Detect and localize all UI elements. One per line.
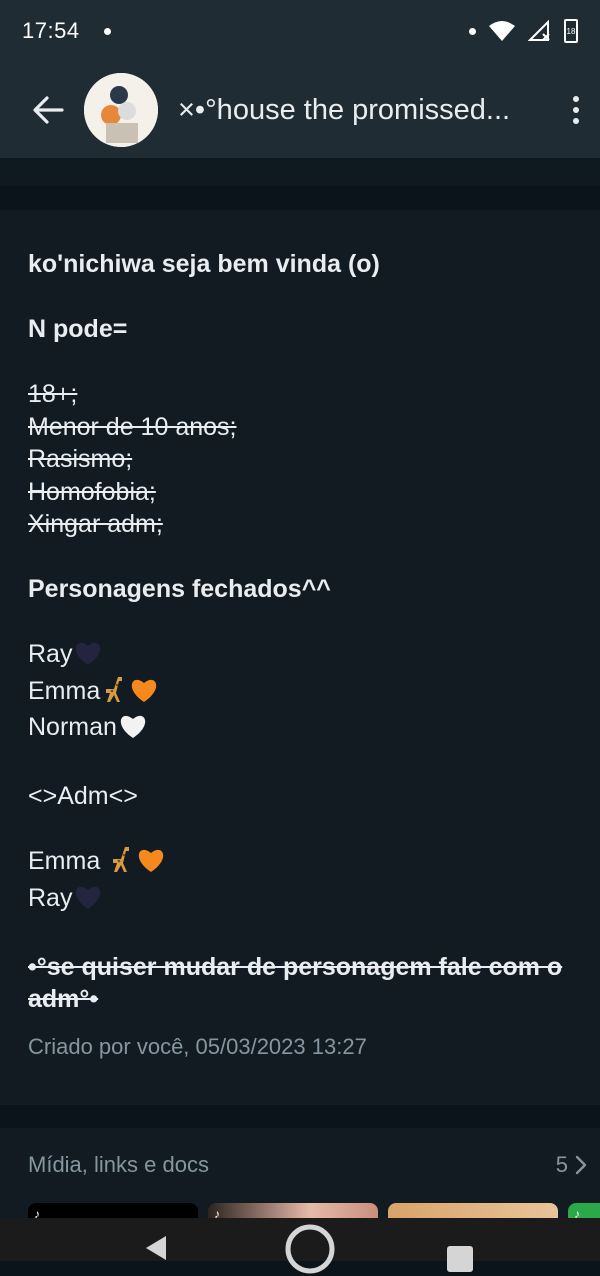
description-line: Xingar adm; xyxy=(28,508,572,541)
description-line: Emma xyxy=(28,675,572,712)
description-text: ko'nichiwa seja bem vinda (o) N pode= 18+;… xyxy=(28,248,572,1016)
arrow-left-icon xyxy=(33,96,64,124)
description-line: Emma xyxy=(28,845,572,882)
description-line-text: Rasismo; xyxy=(28,445,133,473)
group-description: ko'nichiwa seja bem vinda (o) N pode= 18+;… xyxy=(0,210,600,1105)
status-bar: 17:54 18 xyxy=(0,0,600,62)
back-button[interactable] xyxy=(24,86,72,134)
description-line-text: Norman xyxy=(28,713,117,741)
description-line-text: N pode= xyxy=(28,315,128,343)
more-options-button[interactable] xyxy=(566,90,586,130)
nav-home-icon[interactable] xyxy=(283,1222,337,1276)
description-line-text: •°se quiser mudar de personagem fale com… xyxy=(28,952,563,1014)
description-line: <>Adm<> xyxy=(28,780,572,813)
description-line-text: Homofobia; xyxy=(28,477,156,506)
section-separator xyxy=(0,158,600,210)
description-line-text: Emma xyxy=(28,676,101,705)
description-line-text: <>Adm<> xyxy=(28,782,138,810)
description-line: Menor de 10 anos; xyxy=(28,411,572,444)
more-dot xyxy=(573,118,579,124)
description-line: N pode= xyxy=(28,313,572,346)
description-line: Rasismo; xyxy=(28,443,572,476)
description-line-text: Personagens fechados^^ xyxy=(28,575,331,603)
heart-orange-icon xyxy=(137,847,165,882)
heart-dark-icon xyxy=(74,884,102,919)
description-line: 18+; xyxy=(28,378,572,411)
app-header: ×•°house the promissed... xyxy=(0,62,600,158)
description-line-text: Ray xyxy=(28,640,73,668)
description-line: Ray xyxy=(28,638,572,675)
notification-dot-icon xyxy=(469,27,476,35)
system-navigation-bar xyxy=(0,1218,600,1274)
description-line-text: Emma xyxy=(28,847,108,875)
description-line-text: Xingar adm; xyxy=(28,510,163,538)
media-count: 5 xyxy=(555,1152,568,1177)
cellular-signal-icon xyxy=(528,20,550,41)
group-avatar-image xyxy=(84,73,158,147)
status-time: 17:54 xyxy=(22,18,80,43)
notification-dot-icon xyxy=(103,27,111,35)
section-separator xyxy=(0,1105,600,1128)
heart-white-icon xyxy=(119,713,147,748)
giraffe-icon xyxy=(109,845,135,882)
more-dot xyxy=(573,96,579,102)
description-line: •°se quiser mudar de personagem fale com… xyxy=(28,951,572,1016)
description-line-text: Menor de 10 anos; xyxy=(28,412,237,441)
separator-shade xyxy=(0,158,600,186)
description-line: Homofobia; xyxy=(28,476,572,509)
chevron-right-icon xyxy=(575,1155,587,1175)
giraffe-icon xyxy=(102,675,128,712)
description-line-text: 18+; xyxy=(28,380,78,408)
media-count-button[interactable]: 5 xyxy=(556,1152,588,1178)
wifi-icon xyxy=(489,21,515,41)
nav-back-icon[interactable] xyxy=(142,1232,172,1262)
battery-level: 18 xyxy=(566,26,576,36)
nav-recents-icon[interactable] xyxy=(447,1246,473,1272)
created-by-label: Criado por você, 05/03/2023 13:27 xyxy=(28,1033,367,1059)
description-line: ko'nichiwa seja bem vinda (o) xyxy=(28,248,572,281)
description-line-text: Ray xyxy=(28,883,73,912)
media-header: Mídia, links e docs 5 xyxy=(0,1128,600,1178)
description-line: Norman xyxy=(28,711,572,748)
heart-dark-icon xyxy=(74,640,102,675)
more-dot xyxy=(573,107,579,113)
heart-orange-icon xyxy=(130,677,158,712)
media-title: Mídia, links e docs xyxy=(28,1152,209,1177)
group-avatar[interactable] xyxy=(84,73,158,147)
description-line-text: ko'nichiwa seja bem vinda (o) xyxy=(28,250,380,278)
status-icons: 18 xyxy=(469,19,578,43)
battery-icon: 18 xyxy=(564,19,578,43)
description-line: Personagens fechados^^ xyxy=(28,573,572,606)
group-title[interactable]: ×•°house the promissed... xyxy=(178,94,538,127)
description-line: Ray xyxy=(28,882,572,919)
